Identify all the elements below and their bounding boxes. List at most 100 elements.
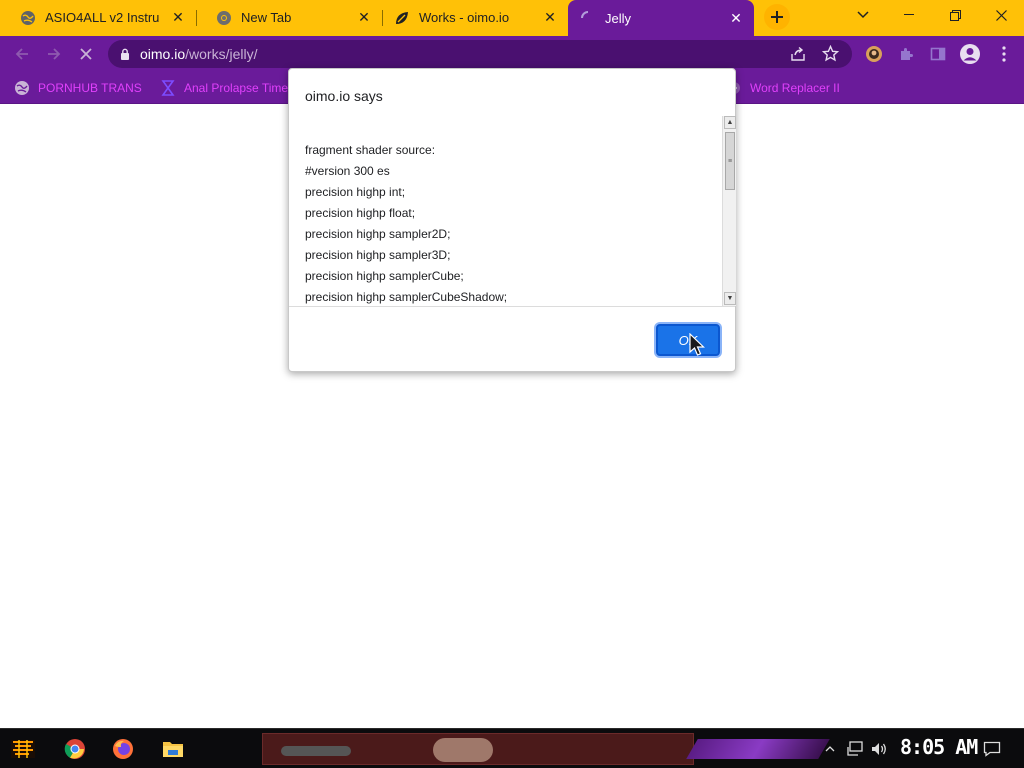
decor-shape xyxy=(433,738,493,762)
tab-title: Works - oimo.io xyxy=(419,10,510,25)
message-line: precision highp float; xyxy=(305,206,416,220)
scroll-up-arrow-icon[interactable]: ▲ xyxy=(724,116,736,129)
profile-button[interactable] xyxy=(956,40,984,68)
tab-search-button[interactable] xyxy=(840,0,886,30)
close-tab-icon[interactable]: ✕ xyxy=(540,8,560,28)
scroll-down-arrow-icon[interactable]: ▼ xyxy=(724,292,736,305)
extension-avatar-button[interactable] xyxy=(860,40,888,68)
message-lines: fragment shader source: #version 300 es … xyxy=(305,140,507,306)
oimo-leaf-icon xyxy=(394,10,410,26)
chrome-icon xyxy=(216,10,232,26)
close-tab-icon[interactable]: ✕ xyxy=(354,8,374,28)
message-line: precision highp int; xyxy=(305,185,406,199)
kebab-menu-icon xyxy=(1002,46,1006,62)
tab-asio4all[interactable]: ASIO4ALL v2 Instru ✕ xyxy=(0,0,196,35)
globe-icon xyxy=(14,80,30,96)
mouse-cursor-icon xyxy=(689,333,705,356)
taskbar-accent-stripe xyxy=(686,739,830,759)
restore-button[interactable] xyxy=(932,0,978,30)
side-panel-button[interactable] xyxy=(924,40,952,68)
url-text: oimo.io/works/jelly/ xyxy=(140,46,258,62)
tab-jelly[interactable]: Jelly ✕ xyxy=(568,0,754,36)
minimize-icon xyxy=(904,14,914,15)
bookmark-label: Word Replacer II xyxy=(750,81,840,95)
url-path: /works/jelly/ xyxy=(185,46,258,62)
chrome-taskbar-button[interactable] xyxy=(60,735,90,763)
tab-title: Jelly xyxy=(605,10,632,26)
lock-icon xyxy=(121,48,129,60)
network-button[interactable] xyxy=(842,735,868,763)
bookmark-pornhub-trans[interactable]: PORNHUB TRANS xyxy=(14,78,142,98)
alert-dialog: oimo.io says fragment shader source: #ve… xyxy=(288,68,736,372)
network-icon xyxy=(847,741,863,756)
star-icon xyxy=(821,44,840,62)
close-icon xyxy=(995,9,1007,21)
minimize-button[interactable] xyxy=(886,0,932,30)
dialog-title: oimo.io says xyxy=(305,88,383,104)
bookmark-label: PORNHUB TRANS xyxy=(38,81,142,95)
loading-spinner-icon xyxy=(580,10,596,26)
firefox-icon xyxy=(113,739,133,759)
tab-new-tab[interactable]: New Tab ✕ xyxy=(196,0,382,35)
notification-icon xyxy=(983,741,1001,757)
arrow-right-icon xyxy=(48,48,61,60)
start-logo-icon xyxy=(11,740,35,758)
arrow-left-icon xyxy=(15,48,28,60)
extension-face-icon xyxy=(866,46,882,62)
taskbar-clock[interactable]: 8:05 AM xyxy=(900,735,978,759)
taskbar: 8:05 AM xyxy=(0,728,1024,768)
back-button[interactable] xyxy=(8,40,36,68)
message-line: fragment shader source: xyxy=(305,143,436,157)
close-window-button[interactable] xyxy=(978,0,1024,30)
url-host: oimo.io xyxy=(140,46,186,62)
bookmark-star-button[interactable] xyxy=(821,44,840,67)
new-tab-button[interactable] xyxy=(764,4,790,30)
chrome-icon xyxy=(64,739,85,759)
close-icon xyxy=(80,48,92,60)
forward-button[interactable] xyxy=(40,40,68,68)
bookmark-label: Anal Prolapse Time xyxy=(184,81,289,95)
firefox-taskbar-button[interactable] xyxy=(108,735,138,763)
restore-icon xyxy=(949,9,961,21)
tab-strip: ASIO4ALL v2 Instru ✕ New Tab ✕ Works - o… xyxy=(0,0,1024,36)
file-explorer-icon xyxy=(163,742,183,757)
close-tab-icon[interactable]: ✕ xyxy=(168,8,188,28)
file-explorer-taskbar-button[interactable] xyxy=(158,735,188,763)
chrome-menu-button[interactable] xyxy=(990,40,1018,68)
bookmark-word-replacer[interactable]: Word Replacer II xyxy=(726,78,840,98)
extensions-button[interactable] xyxy=(892,40,920,68)
chevron-down-icon xyxy=(857,11,869,19)
dialog-scrollbar[interactable]: ▲ ≡ ▼ xyxy=(722,116,736,306)
globe-icon xyxy=(20,10,36,26)
close-tab-icon[interactable]: ✕ xyxy=(726,8,746,28)
tab-works-oimo[interactable]: Works - oimo.io ✕ xyxy=(382,0,568,35)
bookmark-anal-prolapse-time[interactable]: Anal Prolapse Time xyxy=(160,78,288,98)
volume-icon xyxy=(872,743,886,755)
plus-icon xyxy=(771,11,783,23)
share-icon xyxy=(791,46,805,61)
scroll-thumb[interactable]: ≡ xyxy=(725,132,735,190)
chevron-up-icon xyxy=(825,746,835,752)
start-button[interactable] xyxy=(8,735,38,763)
show-hidden-icons-button[interactable] xyxy=(822,735,838,763)
dialog-message: fragment shader source: #version 300 es … xyxy=(289,116,737,306)
decor-shape xyxy=(281,746,351,756)
dialog-divider xyxy=(289,306,735,307)
side-panel-icon xyxy=(930,47,946,61)
taskbar-wallpaper-band xyxy=(262,733,694,765)
volume-button[interactable] xyxy=(866,735,892,763)
message-line: #version 300 es xyxy=(305,164,390,178)
tab-title: New Tab xyxy=(241,10,292,25)
puzzle-icon xyxy=(901,48,913,60)
profile-avatar-icon xyxy=(960,44,980,64)
tab-title: ASIO4ALL v2 Instru xyxy=(45,10,160,25)
message-line: precision highp samplerCube; xyxy=(305,269,464,283)
message-line: precision highp sampler3D; xyxy=(305,248,451,262)
notification-center-button[interactable] xyxy=(978,735,1006,763)
browser-toolbar: oimo.io/works/jelly/ xyxy=(0,36,1024,72)
bookmark-icon xyxy=(160,80,176,96)
message-line: precision highp sampler2D; xyxy=(305,227,451,241)
share-button[interactable] xyxy=(790,46,806,67)
address-bar[interactable]: oimo.io/works/jelly/ xyxy=(108,40,852,68)
stop-loading-button[interactable] xyxy=(72,40,100,68)
